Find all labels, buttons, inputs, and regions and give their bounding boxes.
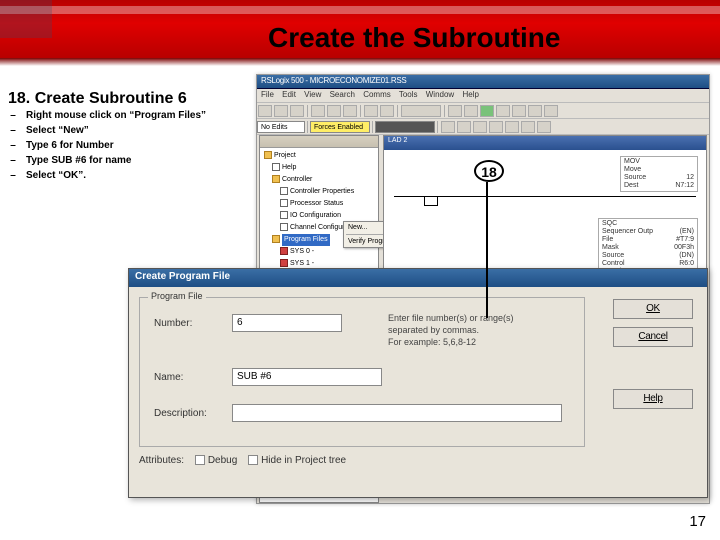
tb-icon[interactable] bbox=[464, 105, 478, 117]
hide-label: Hide in Project tree bbox=[261, 455, 346, 466]
name-input[interactable]: SUB #6 bbox=[232, 368, 382, 386]
menu-search[interactable]: Search bbox=[330, 90, 355, 99]
tb-icon[interactable] bbox=[364, 105, 378, 117]
tb-icon[interactable] bbox=[290, 105, 304, 117]
step-callout-18: 18 bbox=[474, 160, 504, 182]
number-hint: Enter file number(s) or range(s)separate… bbox=[388, 312, 514, 348]
menu-view[interactable]: View bbox=[304, 90, 321, 99]
tb-dropdown[interactable] bbox=[401, 105, 441, 117]
fieldset-label: Program File bbox=[148, 291, 206, 301]
number-input[interactable]: 6 bbox=[232, 314, 342, 332]
step-item: –Right mouse click on “Program Files” bbox=[0, 108, 240, 123]
tree-node: Controller Properties bbox=[264, 186, 376, 198]
step-item: –Select “OK”. bbox=[0, 168, 240, 183]
ladder-btn-icon[interactable] bbox=[521, 121, 535, 133]
title-bar[interactable]: RSLogix 500 - MICROECONOMIZE01.RSS bbox=[257, 75, 709, 89]
number-label: Number: bbox=[154, 318, 192, 329]
tree-node: Processor Status bbox=[264, 198, 376, 210]
debug-label: Debug bbox=[208, 455, 237, 466]
tb-icon[interactable] bbox=[544, 105, 558, 117]
menu-file[interactable]: File bbox=[261, 90, 274, 99]
program-file-fieldset: Program File Number: 6 Enter file number… bbox=[139, 297, 585, 447]
menu-bar[interactable]: File Edit View Search Comms Tools Window… bbox=[257, 89, 709, 103]
tb-icon[interactable] bbox=[448, 105, 462, 117]
debug-checkbox[interactable] bbox=[195, 455, 205, 465]
attributes-row: Attributes: Debug Hide in Project tree bbox=[139, 455, 346, 466]
mov-block: MOV Move Source 12 Dest N7:12 bbox=[620, 156, 698, 192]
ladder-btn-icon[interactable] bbox=[489, 121, 503, 133]
step-heading: 18. Create Subroutine 6 bbox=[8, 90, 187, 108]
tb-icon[interactable] bbox=[327, 105, 341, 117]
step-item: –Type SUB #6 for name bbox=[0, 153, 240, 168]
hide-checkbox[interactable] bbox=[248, 455, 258, 465]
callout-leader bbox=[486, 182, 488, 318]
header-shadow bbox=[0, 58, 720, 66]
dialog-title[interactable]: Create Program File bbox=[129, 269, 707, 287]
ladder-btn-icon[interactable] bbox=[473, 121, 487, 133]
tree-node: Controller bbox=[264, 174, 376, 186]
cancel-button[interactable]: Cancel bbox=[613, 327, 693, 347]
ok-button[interactable]: OK bbox=[613, 299, 693, 319]
tb-icon[interactable] bbox=[512, 105, 526, 117]
menu-help[interactable]: Help bbox=[462, 90, 478, 99]
tb-icon[interactable] bbox=[496, 105, 510, 117]
ladder-tab[interactable]: LAD 2 bbox=[384, 136, 706, 150]
menu-comms[interactable]: Comms bbox=[363, 90, 391, 99]
header-swoosh bbox=[38, 0, 168, 58]
tb-icon[interactable] bbox=[343, 105, 357, 117]
status-pill: No Edits bbox=[257, 121, 305, 133]
tree-header bbox=[260, 136, 378, 148]
tree-node: Project bbox=[264, 150, 376, 162]
slide-title: Create the Subroutine bbox=[268, 22, 560, 54]
description-input[interactable] bbox=[232, 404, 562, 422]
window-title: RSLogix 500 - MICROECONOMIZE01.RSS bbox=[257, 75, 709, 86]
ladder-btn-icon[interactable] bbox=[537, 121, 551, 133]
tb-icon[interactable] bbox=[311, 105, 325, 117]
menu-edit[interactable]: Edit bbox=[282, 90, 296, 99]
page-number: 17 bbox=[689, 513, 706, 530]
ladder-btn-icon[interactable] bbox=[457, 121, 471, 133]
toolbar-2[interactable]: No Edits Forces Enabled bbox=[257, 119, 709, 135]
step-item: –Type 6 for Number bbox=[0, 138, 240, 153]
step-list: –Right mouse click on “Program Files” –S… bbox=[0, 108, 240, 183]
description-label: Description: bbox=[154, 408, 207, 419]
name-label: Name: bbox=[154, 372, 183, 383]
dark-pill bbox=[375, 121, 435, 133]
menu-tools[interactable]: Tools bbox=[399, 90, 418, 99]
tree-node: Help bbox=[264, 162, 376, 174]
create-program-file-dialog: Create Program File Program File Number:… bbox=[128, 268, 708, 498]
step-item: –Select “New” bbox=[0, 123, 240, 138]
ladder-btn-icon[interactable] bbox=[441, 121, 455, 133]
ladder-btn-icon[interactable] bbox=[505, 121, 519, 133]
tb-icon[interactable] bbox=[258, 105, 272, 117]
toolbar-1[interactable] bbox=[257, 103, 709, 119]
tb-icon[interactable] bbox=[274, 105, 288, 117]
forces-pill: Forces Enabled bbox=[310, 121, 370, 133]
tb-icon[interactable] bbox=[380, 105, 394, 117]
tb-icon[interactable] bbox=[528, 105, 542, 117]
menu-window[interactable]: Window bbox=[426, 90, 454, 99]
tb-go-icon[interactable] bbox=[480, 105, 494, 117]
help-button[interactable]: Help bbox=[613, 389, 693, 409]
